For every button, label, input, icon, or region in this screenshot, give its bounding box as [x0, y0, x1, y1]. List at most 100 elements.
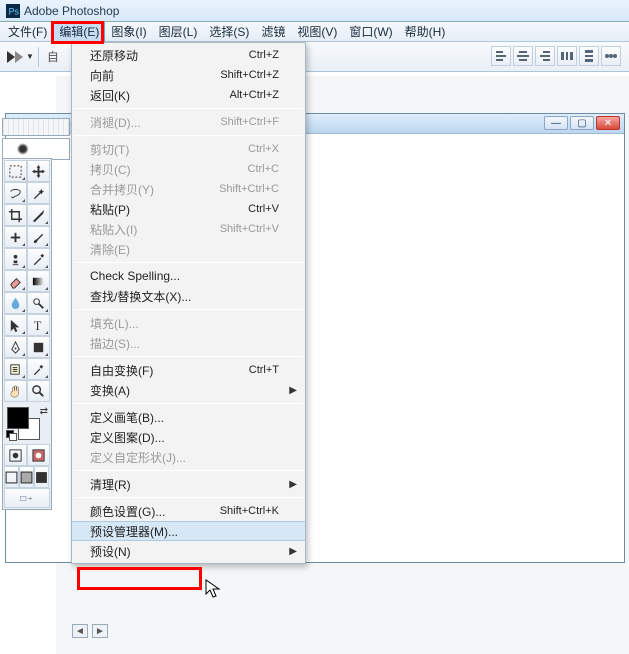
distribute-v-button[interactable] [579, 46, 599, 66]
menu-separator [74, 470, 303, 471]
cursor-icon [205, 579, 221, 599]
app-icon: Ps [6, 4, 20, 18]
menu-image[interactable]: 图象(I) [105, 21, 152, 42]
chevron-down-icon: ▼ [26, 52, 34, 61]
tool-marquee[interactable] [4, 160, 27, 182]
menu-file[interactable]: 文件(F) [2, 21, 53, 42]
menu-item-transform[interactable]: 变换(A)▶ [72, 380, 305, 400]
menu-item-purge[interactable]: 清理(R)▶ [72, 474, 305, 494]
menu-filter[interactable]: 滤镜 [255, 21, 291, 42]
tool-wand[interactable] [27, 182, 50, 204]
jump-to-imageready-button[interactable] [4, 488, 50, 508]
minimize-button[interactable]: — [544, 116, 568, 130]
menu-item-preset-manager[interactable]: 预设管理器(M)... [72, 521, 305, 541]
edit-menu-dropdown: 还原移动Ctrl+Z 向前Shift+Ctrl+Z 返回(K)Alt+Ctrl+… [71, 42, 306, 564]
tool-move[interactable] [27, 160, 50, 182]
menu-item-step-forward[interactable]: 向前Shift+Ctrl+Z [72, 65, 305, 85]
separator [38, 47, 39, 67]
menu-separator [74, 356, 303, 357]
menu-layer[interactable]: 图层(L) [153, 21, 204, 42]
tool-gradient[interactable] [27, 270, 50, 292]
menu-view[interactable]: 视图(V) [291, 21, 343, 42]
tool-pen[interactable] [4, 336, 27, 358]
menu-item-define-shape: 定义自定形状(J)... [72, 447, 305, 467]
tool-blur[interactable] [4, 292, 27, 314]
menu-separator [74, 497, 303, 498]
tool-dodge[interactable] [27, 292, 50, 314]
default-colors-button[interactable] [6, 430, 16, 440]
menu-item-fade: 消褪(D)...Shift+Ctrl+F [72, 112, 305, 132]
menu-item-free-transform[interactable]: 自由变换(F)Ctrl+T [72, 360, 305, 380]
tool-heal[interactable] [4, 226, 27, 248]
menu-separator [74, 108, 303, 109]
menu-item-step-backward[interactable]: 返回(K)Alt+Ctrl+Z [72, 85, 305, 105]
menu-window[interactable]: 窗口(W) [343, 21, 398, 42]
left-strip [2, 118, 70, 160]
menu-edit[interactable]: 编辑(E) [53, 21, 105, 42]
menu-item-color-settings[interactable]: 颜色设置(G)...Shift+Ctrl+K [72, 501, 305, 521]
window-controls: — ▢ ✕ [544, 116, 620, 130]
canvas-pager: ◄ ► [72, 624, 108, 638]
menu-separator [74, 262, 303, 263]
screenmode-menubar-button[interactable] [19, 466, 34, 488]
app-title: Adobe Photoshop [24, 4, 119, 18]
menu-help[interactable]: 帮助(H) [399, 21, 452, 42]
tool-type[interactable]: T [27, 314, 50, 336]
align-left-button[interactable] [491, 46, 511, 66]
maximize-button[interactable]: ▢ [570, 116, 594, 130]
menu-item-find-replace[interactable]: 查找/替换文本(X)... [72, 286, 305, 306]
menu-separator [74, 309, 303, 310]
menu-item-preferences[interactable]: 预设(N)▶ [72, 541, 305, 561]
tool-shape[interactable] [27, 336, 50, 358]
tool-crop[interactable] [4, 204, 27, 226]
pager-prev-button[interactable]: ◄ [72, 624, 88, 638]
menu-item-paste-into: 粘贴入(I)Shift+Ctrl+V [72, 219, 305, 239]
menu-item-copy-merged: 合并拷贝(Y)Shift+Ctrl+C [72, 179, 305, 199]
foreground-color-swatch[interactable] [7, 407, 29, 429]
submenu-arrow-icon: ▶ [289, 385, 297, 396]
tool-lasso[interactable] [4, 182, 27, 204]
submenu-arrow-icon: ▶ [289, 479, 297, 490]
tool-stamp[interactable] [4, 248, 27, 270]
menu-item-define-pattern[interactable]: 定义图案(D)... [72, 427, 305, 447]
tool-zoom[interactable] [27, 380, 50, 402]
tool-brush[interactable] [27, 226, 50, 248]
menu-item-undo[interactable]: 还原移动Ctrl+Z [72, 45, 305, 65]
tool-slice[interactable] [27, 204, 50, 226]
tool-history-brush[interactable] [27, 248, 50, 270]
toolbox: T ⇄ [2, 158, 52, 510]
screenmode-full-button[interactable] [34, 466, 49, 488]
tool-notes[interactable] [4, 358, 27, 380]
svg-text:Ps: Ps [9, 6, 20, 16]
close-button[interactable]: ✕ [596, 116, 620, 130]
align-center-button[interactable] [513, 46, 533, 66]
screenmode-standard-button[interactable] [4, 466, 19, 488]
swap-colors-button[interactable]: ⇄ [40, 406, 48, 417]
menu-item-define-brush[interactable]: 定义画笔(B)... [72, 407, 305, 427]
options-label-auto: 自 [47, 48, 59, 65]
menu-select[interactable]: 选择(S) [203, 21, 255, 42]
tool-eyedropper[interactable] [27, 358, 50, 380]
quickmask-off-button[interactable] [4, 444, 27, 466]
color-swatches: ⇄ [4, 404, 50, 442]
ruler [2, 118, 70, 136]
pager-next-button[interactable]: ► [92, 624, 108, 638]
menubar: 文件(F) 编辑(E) 图象(I) 图层(L) 选择(S) 滤镜 视图(V) 窗… [0, 22, 629, 42]
distribute-button[interactable] [601, 46, 621, 66]
quickmask-on-button[interactable] [27, 444, 50, 466]
menu-item-paste[interactable]: 粘贴(P)Ctrl+V [72, 199, 305, 219]
options-right-buttons [491, 46, 621, 66]
tool-path-select[interactable] [4, 314, 27, 336]
tool-eraser[interactable] [4, 270, 27, 292]
menu-item-stroke: 描边(S)... [72, 333, 305, 353]
menu-item-copy: 拷贝(C)Ctrl+C [72, 159, 305, 179]
tool-hand[interactable] [4, 380, 27, 402]
distribute-h-button[interactable] [557, 46, 577, 66]
menu-separator [74, 135, 303, 136]
app-titlebar: Ps Adobe Photoshop [0, 0, 629, 22]
tool-preset-button[interactable]: ▼ [6, 50, 34, 64]
brush-preview [2, 138, 70, 160]
menu-separator [74, 403, 303, 404]
align-right-button[interactable] [535, 46, 555, 66]
menu-item-check-spelling[interactable]: Check Spelling... [72, 266, 305, 286]
